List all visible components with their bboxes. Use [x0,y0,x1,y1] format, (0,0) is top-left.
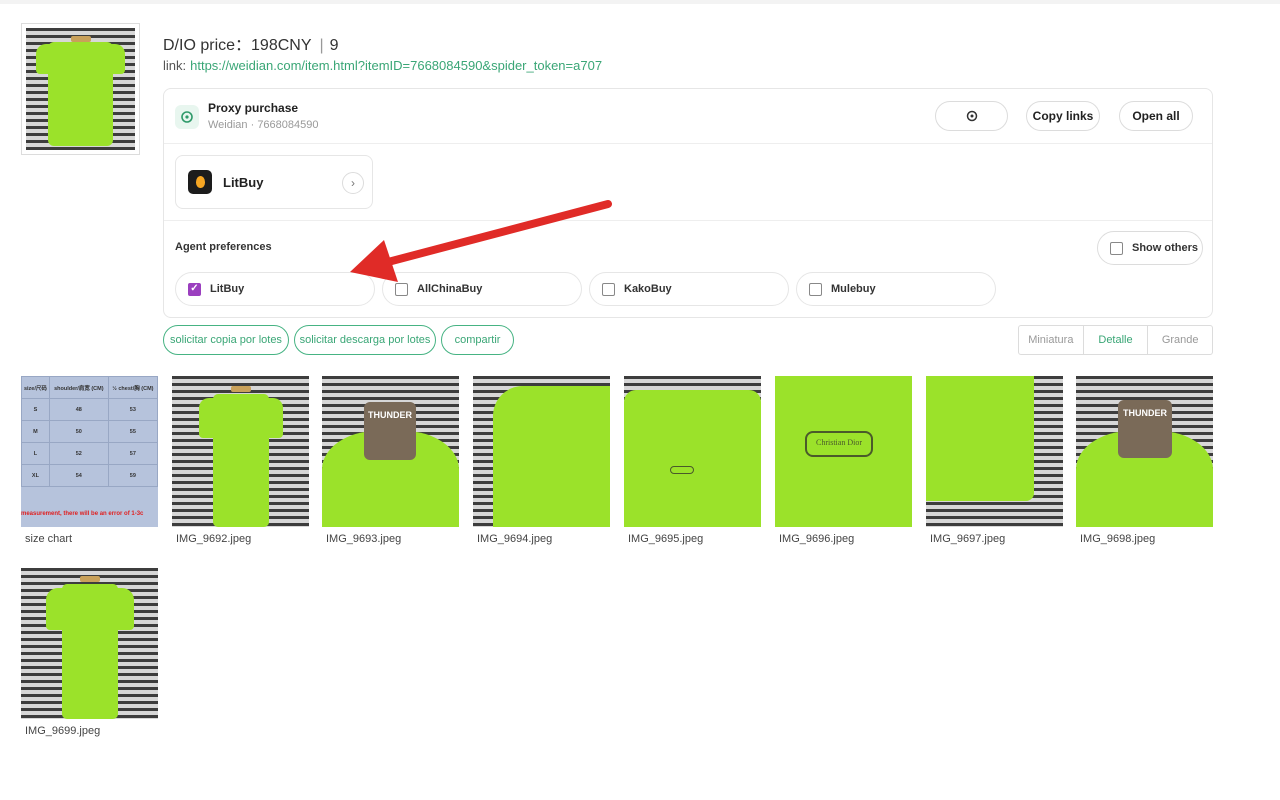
annotation-arrow [350,200,612,282]
